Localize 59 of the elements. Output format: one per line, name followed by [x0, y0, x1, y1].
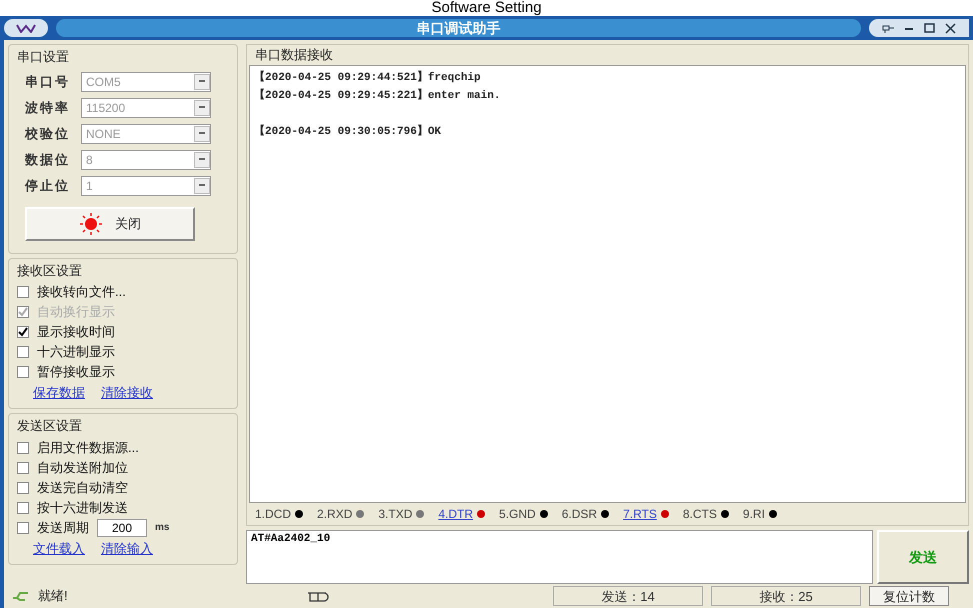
maximize-icon[interactable] [923, 22, 936, 34]
indicator-light-icon [79, 212, 103, 236]
pin-label: 1.DCD [255, 506, 292, 523]
window-title: 串口调试助手 [56, 19, 861, 37]
unit-label: ms [155, 521, 170, 535]
logo-icon [16, 23, 36, 33]
group-title: 发送区设置 [17, 417, 83, 435]
checkbox-label: 显示接收时间 [37, 323, 115, 342]
pin-label: 3.TXD [378, 506, 412, 523]
link[interactable]: 文件载入 [33, 538, 85, 558]
checkbox-label: 按十六进制发送 [37, 498, 128, 517]
checkbox-label: 启用文件数据源... [37, 438, 139, 457]
field-label: 波特率 [25, 98, 71, 117]
pin-label: 6.DSR [562, 506, 598, 523]
checkbox[interactable] [17, 462, 29, 474]
checkbox-label: 接收转向文件... [37, 283, 126, 302]
pin-link[interactable]: 7.RTS [623, 505, 657, 523]
close-icon[interactable] [944, 22, 957, 34]
checkbox[interactable] [17, 502, 29, 514]
log-line: 【2020-04-25 09:29:45:221】enter main. [254, 88, 502, 104]
checkbox[interactable] [17, 346, 29, 358]
link[interactable]: 清除输入 [101, 538, 153, 558]
checkbox-label: 暂停接收显示 [37, 363, 115, 382]
pin-label: 2.RXD [317, 506, 352, 523]
field-label: 校验位 [25, 124, 71, 143]
pin-label: 9.RI [742, 506, 765, 523]
received-count: 接收：25 [711, 586, 861, 606]
checkbox-label: 十六进制显示 [37, 343, 115, 362]
log-line: 【2020-04-25 09:29:44:521】freqchip [254, 70, 482, 86]
status-text: 就绪! [38, 587, 69, 606]
checkbox[interactable] [17, 286, 29, 298]
checkbox[interactable] [17, 482, 29, 494]
checkbox[interactable] [17, 442, 29, 454]
group-title: 接收区设置 [17, 262, 83, 280]
checkbox[interactable] [17, 326, 29, 338]
sent-count: 发送：14 [553, 586, 703, 606]
checkbox[interactable] [17, 522, 29, 534]
checkbox-label: 自动换行显示 [37, 303, 115, 322]
log-line: 【2020-04-25 09:30:05:796】OK [254, 124, 442, 140]
checkbox-label: 自动发送附加位 [37, 458, 128, 477]
input-field[interactable]: 200 [97, 518, 147, 536]
pin-link[interactable]: 4.DTR [438, 505, 474, 523]
pin-label: 8.CTS [682, 506, 717, 523]
group-title: 串口设置 [17, 48, 70, 66]
link[interactable]: 清除接收 [101, 383, 153, 403]
field-label: 串口号 [25, 72, 71, 91]
checkbox-label: 发送完自动清空 [37, 478, 128, 497]
app-menu-button[interactable] [4, 19, 48, 37]
reset-count-button[interactable]: 复位计数 [869, 586, 949, 606]
link[interactable]: 保存数据 [33, 383, 85, 403]
checkbox-label: 发送周期 [37, 518, 89, 537]
group-title: 串口数据接收 [254, 46, 334, 64]
field-label: 数据位 [25, 150, 71, 169]
close-port-button[interactable]: 关闭 [25, 206, 195, 240]
checkbox[interactable] [17, 366, 29, 378]
caption: Software Setting [431, 0, 542, 16]
field-label: 停止位 [25, 176, 71, 195]
send-input[interactable]: AT#Aa2402_10 [246, 530, 873, 584]
pin-label: 5.GND [499, 506, 536, 523]
